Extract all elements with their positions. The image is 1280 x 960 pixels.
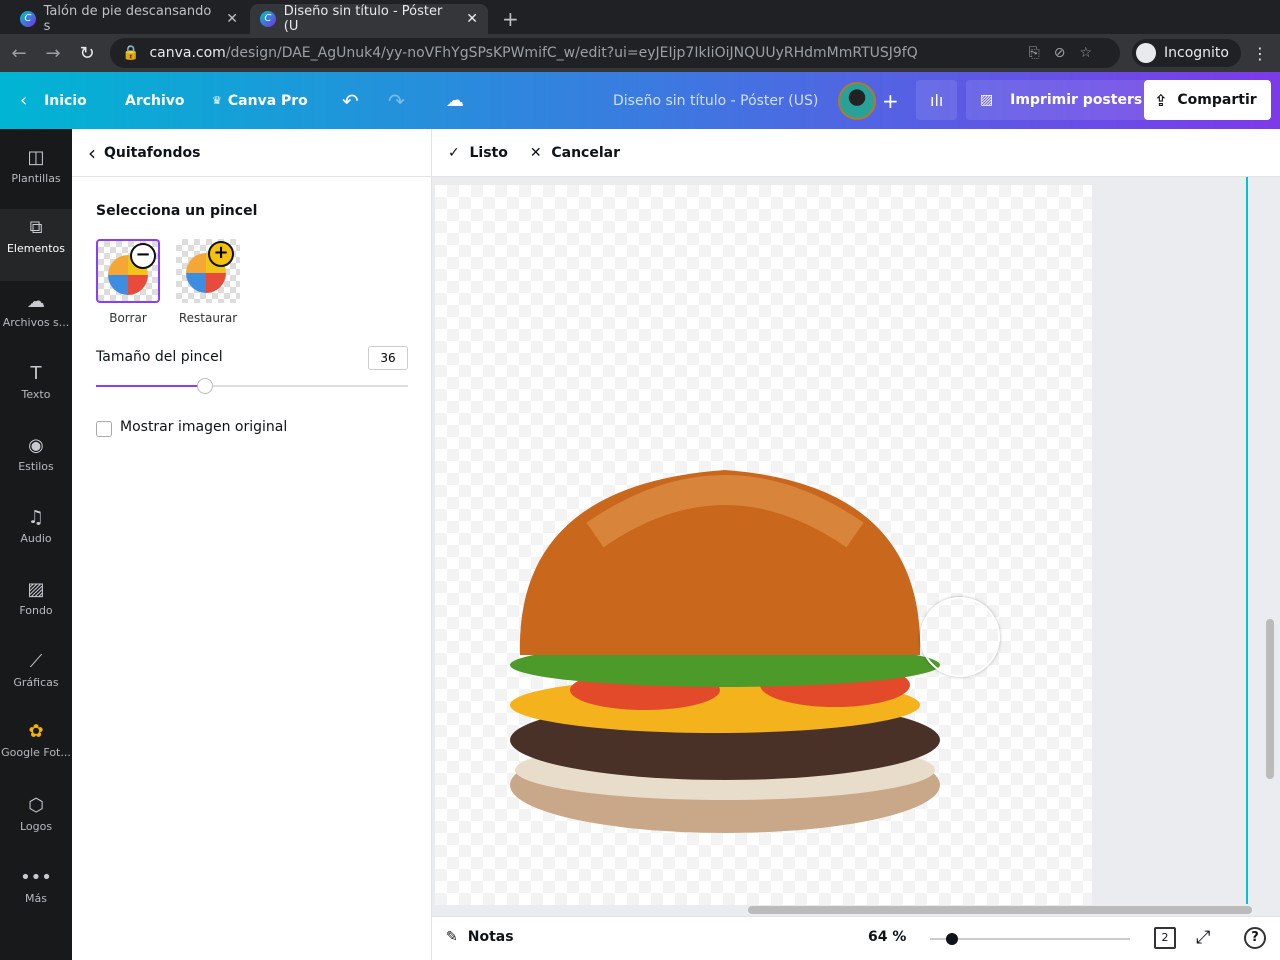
new-tab-button[interactable]: + [492, 4, 529, 34]
canva-favicon-icon: C [260, 11, 276, 27]
print-posters-button[interactable]: ▨ Imprimir posters [966, 80, 1157, 120]
insights-chart-icon[interactable]: ılı [916, 80, 958, 120]
check-icon: ✓ [448, 144, 460, 161]
restore-label: Restaurar [178, 311, 238, 325]
sidebar-item-archivos[interactable]: ☁ Archivos s... [0, 291, 72, 329]
chevron-left-icon: ‹ [88, 140, 96, 165]
address-bar: ← → ↻ 🔒 canva.com/design/DAE_AgUnuk4/yy-n… [0, 34, 1280, 72]
panel-back-button[interactable]: ‹ Quitafondos [72, 129, 431, 177]
browser-tab[interactable]: C Talón de pie descansando s ✕ [10, 4, 248, 34]
zoom-slider-handle[interactable] [946, 933, 958, 945]
sidebar-item-estilos[interactable]: ◉ Estilos [0, 435, 72, 473]
design-page[interactable] [435, 185, 1092, 905]
canva-favicon-icon: C [20, 11, 36, 27]
forward-icon[interactable]: → [38, 43, 68, 64]
fullscreen-icon[interactable]: ⤢ [1196, 927, 1210, 948]
incognito-icon [1136, 43, 1156, 63]
logo-icon: ⬡ [28, 795, 44, 816]
canvas-toolbar: ✓ Listo ✕ Cancelar [432, 129, 1280, 177]
translate-star-icons[interactable]: ⎘⊘☆ [1029, 45, 1106, 61]
page-edge-guide [1246, 177, 1248, 904]
erase-label: Borrar [109, 311, 147, 325]
sidebar-item-audio[interactable]: ♫ Audio [0, 507, 72, 545]
sidebar-item-texto[interactable]: T Texto [0, 363, 72, 401]
brush-cursor [920, 597, 1000, 677]
add-collaborator-icon[interactable]: + [882, 72, 899, 129]
design-title[interactable]: Diseño sin título - Póster (US) [613, 72, 818, 129]
redo-icon[interactable]: ↷ [388, 72, 405, 129]
left-sidebar: ◫ Plantillas ⧉ Elementos ☁ Archivos s... TT… [0, 129, 72, 960]
sidebar-item-plantillas[interactable]: ◫ Plantillas [0, 147, 72, 185]
editor-footer: ✎ Notas 64 % 2 ⤢ ? [432, 916, 1280, 960]
background-remover-panel: ‹ Quitafondos Selecciona un pincel − Borr… [72, 129, 432, 960]
plus-icon: + [208, 241, 234, 267]
poster-icon: ▨ [980, 92, 994, 108]
horizontal-scrollbar[interactable] [748, 906, 1252, 914]
brush-heading: Selecciona un pincel [96, 203, 258, 219]
more-icon: ••• [20, 867, 52, 888]
file-menu[interactable]: Archivo [125, 72, 185, 129]
browser-tab-bar: C Talón de pie descansando s ✕ C Diseño sin… [0, 0, 1280, 34]
cloud-saved-icon[interactable]: ☁ [446, 72, 464, 129]
brush-size-slider[interactable] [96, 378, 408, 394]
avatar[interactable] [838, 82, 876, 120]
zoom-slider[interactable] [930, 933, 1130, 945]
google-photos-icon: ✿ [28, 721, 44, 742]
chevron-left-icon: ‹ [20, 90, 28, 111]
palette-icon: ◉ [28, 435, 44, 456]
page-grid-button[interactable]: 2 [1154, 927, 1176, 949]
crown-icon: ♛ [212, 94, 222, 107]
background-icon: ▨ [27, 579, 45, 600]
show-original-label: Mostrar imagen original [120, 419, 288, 435]
upload-share-icon: ⇪ [1154, 90, 1168, 110]
sidebar-item-logos[interactable]: ⬡ Logos [0, 795, 72, 833]
undo-icon[interactable]: ↶ [342, 72, 359, 129]
back-icon[interactable]: ← [4, 43, 34, 64]
sidebar-item-graficas[interactable]: ⟋ Gráficas [0, 651, 72, 689]
chart-icon: ⟋ [29, 651, 43, 672]
browser-tab-active[interactable]: C Diseño sin título - Póster (U ✕ [250, 4, 488, 34]
slider-fill [96, 385, 206, 387]
brush-size-label: Tamaño del pincel [96, 349, 223, 365]
sidebar-item-mas[interactable]: ••• Más [0, 867, 72, 905]
lock-icon: 🔒 [122, 45, 140, 61]
slider-handle[interactable] [197, 378, 214, 394]
cancel-button[interactable]: ✕ Cancelar [530, 145, 620, 161]
canvas-area: ✓ Listo ✕ Cancelar ✎ Notas 64 % 2 ⤢ ? [432, 129, 1280, 960]
zoom-level[interactable]: 64 % [868, 929, 906, 945]
notes-icon: ✎ [446, 929, 458, 945]
vertical-scrollbar[interactable] [1266, 619, 1274, 779]
elements-icon: ⧉ [29, 217, 43, 238]
menu-icon[interactable]: ⋮ [1252, 44, 1268, 63]
brush-size-input[interactable]: 36 [368, 346, 408, 370]
reload-icon[interactable]: ↻ [72, 43, 102, 64]
music-icon: ♫ [27, 507, 45, 528]
home-button[interactable]: ‹ Inicio [20, 72, 87, 129]
restore-brush-button[interactable]: + [176, 239, 240, 303]
canva-pro-button[interactable]: ♛ Canva Pro [212, 72, 308, 129]
notes-button[interactable]: ✎ Notas [446, 929, 514, 945]
template-icon: ◫ [27, 147, 45, 168]
burger-image [510, 470, 940, 833]
sidebar-item-fondo[interactable]: ▨ Fondo [0, 579, 72, 617]
url-input[interactable]: 🔒 canva.com/design/DAE_AgUnuk4/yy-noVFhYg… [110, 38, 1120, 68]
text-icon: T [30, 363, 42, 384]
sidebar-item-elementos[interactable]: ⧉ Elementos [0, 209, 72, 281]
erase-brush-button[interactable]: − [96, 239, 160, 303]
upload-icon: ☁ [27, 291, 45, 312]
close-icon: ✕ [529, 144, 542, 161]
close-tab-icon[interactable]: ✕ [466, 11, 478, 27]
help-icon[interactable]: ? [1244, 927, 1266, 949]
share-button[interactable]: ⇪ Compartir [1144, 80, 1271, 120]
done-button[interactable]: ✓ Listo [448, 145, 508, 161]
sidebar-item-google-fotos[interactable]: ✿ Google Fot... [0, 721, 72, 759]
incognito-badge[interactable]: Incognito [1132, 39, 1241, 67]
editor-topbar: ‹ Inicio Archivo ♛ Canva Pro ↶ ↷ ☁ Diseño… [0, 72, 1280, 129]
minus-icon: − [130, 243, 156, 269]
show-original-checkbox[interactable] [96, 421, 112, 437]
close-tab-icon[interactable]: ✕ [226, 11, 238, 27]
